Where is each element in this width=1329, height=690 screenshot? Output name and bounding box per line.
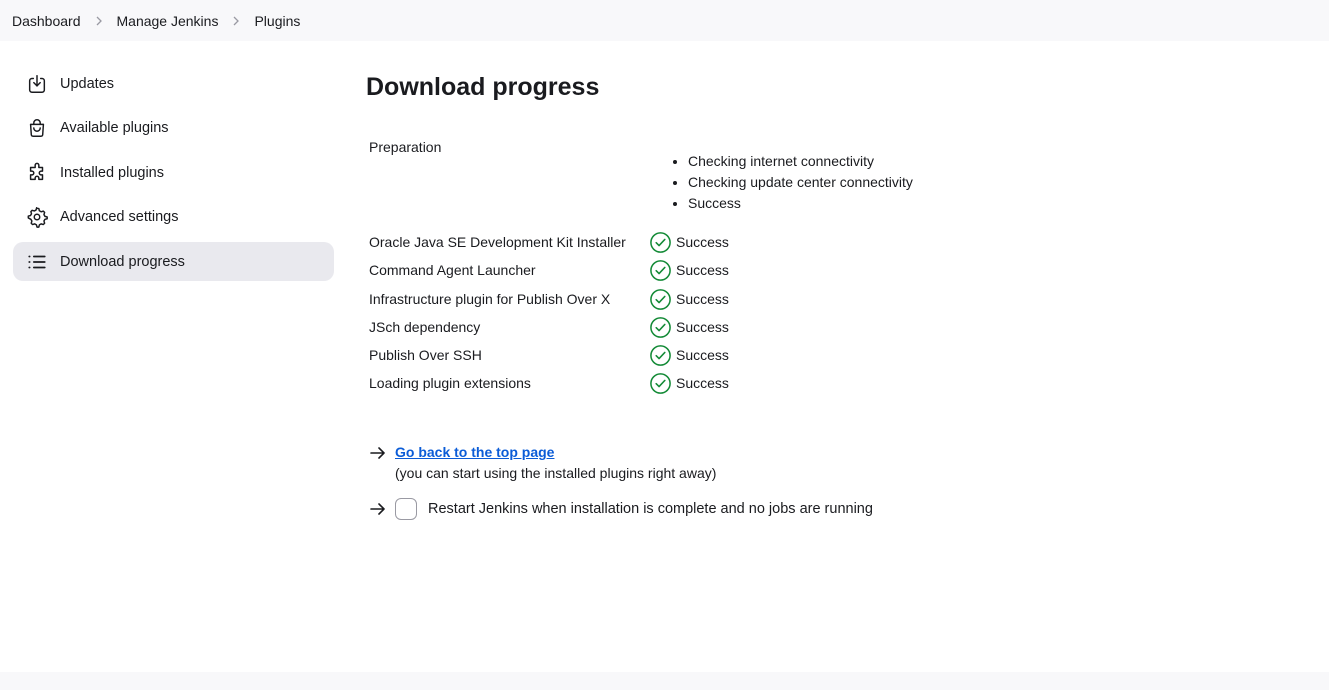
preparation-steps: Checking internet connectivity Checking …: [688, 153, 913, 216]
plugin-name: Loading plugin extensions: [369, 375, 531, 391]
sidebar: Updates Available plugins Installed plug…: [13, 64, 334, 287]
chevron-right-icon: [81, 16, 117, 26]
check-circle-icon: [650, 288, 671, 310]
status-badge: Success: [649, 344, 729, 367]
list-item: Checking internet connectivity: [688, 153, 913, 174]
status-text: Success: [676, 375, 729, 391]
list-icon: [26, 251, 48, 273]
plugin-name: Oracle Java SE Development Kit Installer: [369, 234, 626, 250]
restart-label[interactable]: Restart Jenkins when installation is com…: [428, 498, 873, 520]
go-back-block: Go back to the top page (you can start u…: [395, 444, 716, 481]
go-back-action: Go back to the top page (you can start u…: [369, 444, 716, 481]
gear-icon: [26, 206, 48, 228]
check-circle-icon: [650, 344, 671, 366]
sidebar-item-label: Advanced settings: [60, 209, 179, 225]
breadcrumb-dashboard[interactable]: Dashboard: [12, 13, 81, 29]
puzzle-icon: [26, 162, 48, 184]
status-text: Success: [676, 262, 729, 278]
sidebar-item-label: Updates: [60, 75, 115, 92]
status-text: Success: [676, 291, 729, 307]
plugin-name: Command Agent Launcher: [369, 262, 536, 278]
status-badge: Success: [649, 259, 729, 282]
footer: [0, 672, 1329, 690]
plugin-row: Loading plugin extensions Success: [369, 371, 729, 395]
sidebar-item-updates[interactable]: Updates: [13, 64, 334, 103]
shopping-bag-icon: [26, 117, 48, 139]
download-icon: [26, 73, 48, 95]
chevron-right-icon: [218, 16, 254, 26]
page-title: Download progress: [366, 73, 600, 101]
check-circle-icon: [650, 259, 671, 281]
arrow-right-icon: [370, 447, 385, 459]
list-item: Success: [688, 195, 913, 216]
status-text: Success: [676, 319, 729, 335]
sidebar-item-label: Available plugins: [60, 120, 169, 136]
status-badge: Success: [649, 372, 729, 395]
status-badge: Success: [649, 288, 729, 311]
breadcrumb: Dashboard Manage Jenkins Plugins: [0, 0, 1329, 41]
plugin-row: Oracle Java SE Development Kit Installer…: [369, 230, 729, 254]
breadcrumb-plugins[interactable]: Plugins: [254, 13, 300, 29]
plugin-row: Command Agent Launcher Success: [369, 258, 729, 282]
breadcrumb-manage-jenkins[interactable]: Manage Jenkins: [117, 13, 219, 29]
plugin-row: Publish Over SSH Success: [369, 343, 729, 367]
sidebar-item-installed-plugins[interactable]: Installed plugins: [13, 153, 334, 192]
sidebar-item-label: Download progress: [60, 253, 185, 270]
restart-action: Restart Jenkins when installation is com…: [369, 498, 873, 520]
restart-checkbox[interactable]: [395, 498, 417, 520]
status-text: Success: [676, 347, 729, 363]
sidebar-item-download-progress[interactable]: Download progress: [13, 242, 334, 281]
sidebar-item-label: Installed plugins: [60, 164, 164, 181]
go-back-hint: (you can start using the installed plugi…: [395, 465, 717, 481]
sidebar-item-advanced-settings[interactable]: Advanced settings: [13, 198, 334, 237]
check-circle-icon: [650, 372, 671, 394]
plugin-name: JSch dependency: [369, 319, 481, 335]
go-back-link[interactable]: Go back to the top page: [395, 444, 554, 460]
status-text: Success: [676, 234, 729, 250]
check-circle-icon: [650, 316, 671, 338]
plugin-row: Infrastructure plugin for Publish Over X…: [369, 287, 729, 311]
plugin-row: JSch dependency Success: [369, 315, 729, 339]
status-badge: Success: [649, 231, 729, 254]
check-circle-icon: [650, 231, 671, 253]
plugin-name: Infrastructure plugin for Publish Over X: [369, 291, 611, 307]
preparation-label: Preparation: [369, 139, 442, 155]
arrow-right-icon: [370, 503, 385, 515]
plugin-name: Publish Over SSH: [369, 347, 482, 363]
status-badge: Success: [649, 316, 729, 339]
list-item: Checking update center connectivity: [688, 174, 913, 195]
sidebar-item-available-plugins[interactable]: Available plugins: [13, 109, 334, 148]
